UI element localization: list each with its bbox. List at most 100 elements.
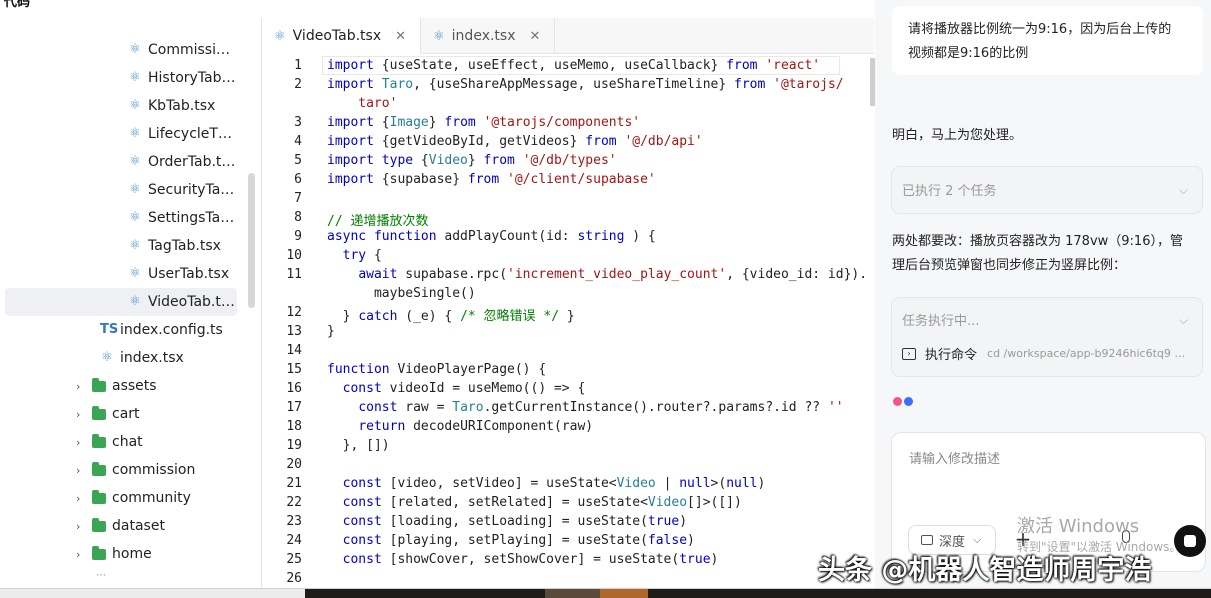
code-token: [showCover, setShowCover] = useState( (389, 552, 680, 567)
code-token: }, []) (327, 438, 390, 453)
line-number: 1 (294, 58, 302, 73)
code-line: const [loading, setLoading] = useState(t… (327, 514, 687, 529)
tree-folder-commission[interactable]: › commission (76, 456, 195, 484)
code-token: ) (757, 476, 766, 491)
code-token: [video, setVideo] = useState< (389, 476, 617, 491)
line-number: 17 (286, 400, 302, 415)
code-token: return (358, 419, 414, 434)
code-line: function VideoPlayerPage() { (327, 362, 546, 377)
tree-folder-dataset[interactable]: › dataset (76, 512, 165, 540)
message-line: 视频都是9:16的比例 (908, 46, 1029, 61)
folder-icon (92, 377, 106, 392)
code-token: const (342, 552, 390, 567)
folder-label: cart (112, 406, 140, 422)
code-token: // 递增播放次数 (327, 214, 429, 229)
react-file-icon: ⚛ (129, 266, 141, 281)
tab-label: index.tsx (451, 28, 516, 44)
react-file-icon: ⚛ (129, 126, 141, 141)
layout-icon (921, 535, 933, 545)
tree-file-user-tab[interactable]: ⚛ UserTab.tsx (128, 260, 229, 288)
react-file-icon: ⚛ (129, 154, 141, 169)
tree-file-history-tab[interactable]: ⚛ HistoryTab… (128, 64, 235, 92)
code-token: , {useShareAppMessage, useShareTimeline} (413, 77, 735, 92)
code-token: { (373, 248, 382, 263)
sidebar-scrollbar[interactable] (248, 173, 255, 308)
chevron-right-icon: › (76, 491, 81, 505)
code-token: '@/db/api' (624, 134, 703, 149)
code-line: const [video, setVideo] = useState<Video… (327, 476, 766, 491)
tree-file-lifecycle-tab[interactable]: ⚛ LifecycleT… (128, 120, 232, 148)
code-token: from (444, 115, 484, 130)
code-token: true (679, 552, 711, 567)
line-number: 24 (286, 533, 302, 548)
folder-label: chat (112, 434, 143, 450)
tree-file-settings-tab[interactable]: ⚛ SettingsTa… (128, 204, 234, 232)
tree-file-index-config[interactable]: TS index.config.ts (100, 316, 223, 344)
tree-file-security-tab[interactable]: ⚛ SecurityTa… (128, 176, 234, 204)
react-file-icon: ⚛ (433, 28, 445, 44)
folder-icon (92, 461, 106, 476)
tree-folder-assets[interactable]: › assets (76, 372, 157, 400)
close-icon[interactable]: ✕ (395, 29, 406, 44)
tree-folder-community[interactable]: › community (76, 484, 191, 512)
file-label: VideoTab.t… (148, 294, 235, 310)
code-line: import {getVideoById, getVideos} from '@… (327, 134, 703, 149)
code-token: await (358, 267, 406, 282)
line-number: 6 (294, 172, 302, 187)
folder-icon (92, 405, 106, 420)
react-file-icon: ⚛ (129, 42, 141, 57)
line-number: 21 (286, 476, 302, 491)
code-token: >( (710, 476, 727, 491)
taskbar-app-button[interactable] (600, 589, 648, 598)
reply-line: 两处都要改：播放页容器改为 178vw（9:16），管 (892, 234, 1183, 249)
tree-file-order-tab[interactable]: ⚛ OrderTab.t… (128, 148, 235, 176)
command-text: cd /workspace/app-b9246hic6tq9 … (987, 347, 1186, 360)
loading-dot (893, 397, 902, 406)
tab-index[interactable]: ⚛ index.tsx ✕ (421, 18, 556, 54)
taskbar-app-button[interactable] (545, 589, 600, 598)
code-token: ) { (624, 229, 656, 244)
tree-file-kb-tab[interactable]: ⚛ KbTab.tsx (128, 92, 215, 120)
code-line: const [showCover, setShowCover] = useSta… (327, 552, 719, 567)
file-label: Commissi… (148, 42, 230, 58)
send-icon (1184, 535, 1196, 547)
code-token: | (655, 476, 680, 491)
tree-file-commission-tab[interactable]: ⚛ Commissi… (128, 36, 230, 64)
windows-activation-title: 激活 Windows (1017, 516, 1140, 537)
code-token: /* 忽略错误 */ (460, 309, 560, 324)
react-file-icon: ⚛ (101, 350, 113, 365)
file-label: OrderTab.t… (148, 154, 236, 170)
chevron-right-icon: › (76, 435, 81, 449)
react-file-icon: ⚛ (274, 28, 286, 44)
tree-file-index[interactable]: ⚛ index.tsx (100, 344, 184, 372)
task-card-completed[interactable]: 已执行 2 个任务 ⌵ (891, 166, 1203, 214)
code-line: taro' (327, 96, 397, 111)
tree-file-video-tab[interactable]: ⚛ VideoTab.t… (5, 288, 237, 316)
task-card-label: 已执行 2 个任务 (902, 184, 997, 199)
code-token: [playing, setPlaying] = useState( (389, 533, 648, 548)
code-line: const [playing, setPlaying] = useState(f… (327, 533, 695, 548)
task-card-running[interactable]: 任务执行中... ⌵ › 执行命令 cd /workspace/app-b924… (891, 297, 1203, 377)
taskbar-dark-region (305, 589, 1211, 598)
code-token: addPlayCount(id: (444, 229, 578, 244)
folder-label: community (112, 490, 191, 506)
line-number: 18 (286, 419, 302, 434)
code-token: } (467, 153, 484, 168)
line-number: 19 (286, 438, 302, 453)
tree-folder-chat[interactable]: › chat (76, 428, 143, 456)
line-number: 14 (286, 343, 302, 358)
tree-folder-home[interactable]: › home (76, 540, 152, 568)
line-number: 20 (286, 457, 302, 472)
code-token: taro' (327, 96, 398, 111)
tree-file-tag-tab[interactable]: ⚛ TagTab.tsx (128, 232, 221, 260)
code-area[interactable]: 1 import {useState, useEffect, useMemo, u… (262, 56, 875, 588)
code-line: import Taro, {useShareAppMessage, useSha… (327, 77, 844, 92)
explorer-title: 代码 (0, 0, 260, 18)
tab-videotab[interactable]: ⚛ VideoTab.tsx ✕ (262, 18, 422, 54)
code-token: const (342, 533, 390, 548)
tree-folder-cart[interactable]: › cart (76, 400, 140, 428)
close-icon[interactable]: ✕ (530, 29, 541, 44)
